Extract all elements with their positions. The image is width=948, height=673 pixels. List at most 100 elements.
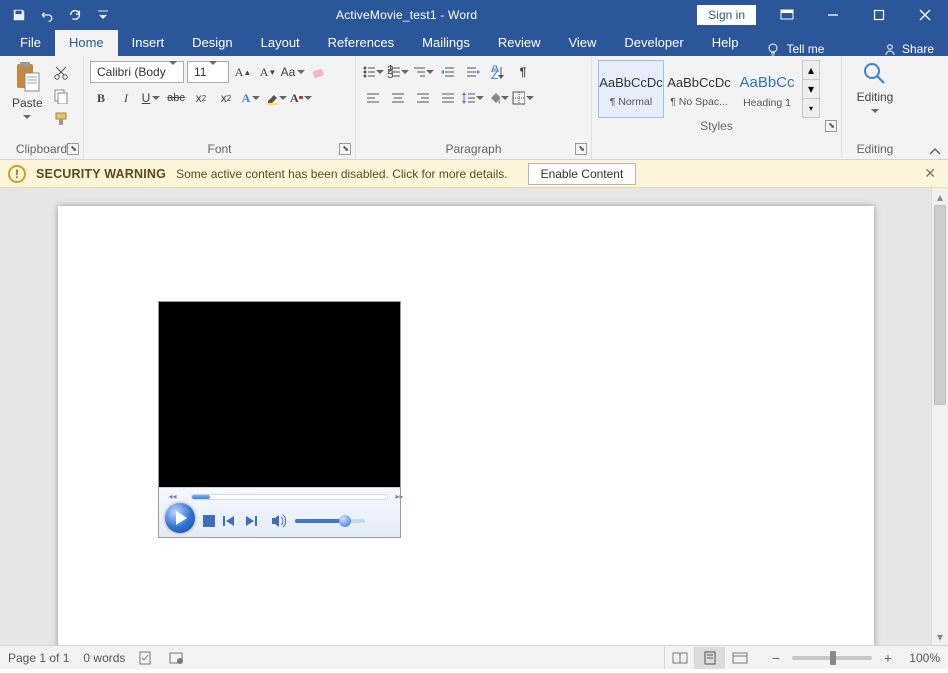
- warning-message[interactable]: Some active content has been disabled. C…: [176, 167, 508, 181]
- zoom-in-button[interactable]: +: [880, 650, 896, 666]
- activemovie-control[interactable]: ◂◂ ▸▸: [158, 301, 401, 538]
- show-marks-button[interactable]: ¶: [512, 61, 534, 83]
- dismiss-warning-button[interactable]: ✕: [920, 165, 940, 182]
- redo-button[interactable]: [62, 2, 88, 28]
- tab-references[interactable]: References: [314, 30, 408, 56]
- numbering-button[interactable]: 123: [387, 61, 409, 83]
- text-effects-button[interactable]: A: [240, 87, 262, 109]
- tab-developer[interactable]: Developer: [610, 30, 697, 56]
- print-layout-button[interactable]: [694, 647, 724, 669]
- page[interactable]: ◂◂ ▸▸: [58, 206, 874, 645]
- volume-slider[interactable]: [295, 519, 365, 523]
- save-button[interactable]: [6, 2, 32, 28]
- subscript-button[interactable]: x2: [190, 87, 212, 109]
- copy-button[interactable]: [51, 86, 71, 106]
- mute-button[interactable]: [271, 514, 287, 528]
- font-size-combo[interactable]: 11: [187, 61, 229, 83]
- borders-button[interactable]: [512, 87, 534, 109]
- page-indicator[interactable]: Page 1 of 1: [8, 651, 69, 665]
- zoom-knob[interactable]: [830, 651, 836, 665]
- fast-forward-icon[interactable]: ▸▸: [395, 492, 403, 501]
- justify-button[interactable]: [437, 87, 459, 109]
- minimize-button[interactable]: [810, 0, 856, 30]
- enable-content-button[interactable]: Enable Content: [528, 163, 637, 185]
- paste-button[interactable]: Paste: [6, 59, 49, 138]
- rewind-icon[interactable]: ◂◂: [169, 492, 177, 501]
- shading-button[interactable]: [487, 87, 509, 109]
- scroll-down-button[interactable]: ▾: [932, 628, 948, 645]
- qat-customize-button[interactable]: [90, 2, 116, 28]
- tab-view[interactable]: View: [554, 30, 610, 56]
- zoom-percent[interactable]: 100%: [904, 651, 940, 665]
- dialog-launcher[interactable]: ⬊: [67, 143, 79, 155]
- macro-recording-button[interactable]: [169, 651, 185, 665]
- previous-button[interactable]: [223, 515, 235, 527]
- share-button[interactable]: Share: [869, 42, 948, 56]
- multilevel-list-button[interactable]: [412, 61, 434, 83]
- format-painter-button[interactable]: [51, 109, 71, 129]
- cut-button[interactable]: [51, 63, 71, 83]
- dialog-launcher[interactable]: ⬊: [825, 120, 837, 132]
- zoom-out-button[interactable]: −: [768, 650, 784, 666]
- underline-button[interactable]: U: [140, 87, 162, 109]
- strikethrough-button[interactable]: abc: [165, 87, 187, 109]
- grow-font-button[interactable]: A▲: [232, 61, 254, 83]
- scroll-track[interactable]: [932, 205, 948, 628]
- sort-button[interactable]: AZ: [487, 61, 509, 83]
- read-mode-button[interactable]: [664, 647, 694, 669]
- bold-button[interactable]: B: [90, 87, 112, 109]
- ribbon-display-options-button[interactable]: [764, 0, 810, 30]
- close-button[interactable]: [902, 0, 948, 30]
- tab-mailings[interactable]: Mailings: [408, 30, 484, 56]
- style-normal[interactable]: AaBbCcDc ¶ Normal: [598, 60, 664, 118]
- bullets-button[interactable]: [362, 61, 384, 83]
- increase-indent-button[interactable]: [462, 61, 484, 83]
- word-count[interactable]: 0 words: [83, 651, 125, 665]
- dialog-launcher[interactable]: ⬊: [339, 143, 351, 155]
- line-spacing-button[interactable]: [462, 87, 484, 109]
- editing-button[interactable]: Editing: [851, 59, 900, 138]
- spellcheck-button[interactable]: [139, 651, 155, 665]
- tab-help[interactable]: Help: [698, 30, 753, 56]
- undo-button[interactable]: [34, 2, 60, 28]
- align-center-button[interactable]: [387, 87, 409, 109]
- style-no-spacing[interactable]: AaBbCcDc ¶ No Spac...: [666, 60, 732, 118]
- change-case-button[interactable]: Aa: [282, 61, 304, 83]
- dialog-launcher[interactable]: ⬊: [575, 143, 587, 155]
- stop-button[interactable]: [203, 515, 215, 527]
- font-color-button[interactable]: A: [290, 87, 312, 109]
- scroll-up-button[interactable]: ▴: [932, 188, 948, 205]
- highlight-button[interactable]: [265, 87, 287, 109]
- zoom-slider[interactable]: [792, 656, 872, 660]
- vertical-scrollbar[interactable]: ▴ ▾: [931, 188, 948, 645]
- maximize-button[interactable]: [856, 0, 902, 30]
- scroll-thumb[interactable]: [934, 205, 946, 405]
- align-left-button[interactable]: [362, 87, 384, 109]
- tab-home[interactable]: Home: [55, 30, 118, 56]
- web-layout-button[interactable]: [724, 647, 754, 669]
- tab-insert[interactable]: Insert: [118, 30, 179, 56]
- video-screen[interactable]: [159, 302, 400, 487]
- volume-knob[interactable]: [339, 515, 351, 527]
- tab-file[interactable]: File: [6, 30, 55, 56]
- italic-button[interactable]: I: [115, 87, 137, 109]
- sign-in-button[interactable]: Sign in: [697, 5, 756, 25]
- styles-expand[interactable]: ▾: [803, 99, 819, 117]
- styles-scroll-down[interactable]: ▾: [803, 80, 819, 99]
- shrink-font-button[interactable]: A▼: [257, 61, 279, 83]
- collapse-ribbon-button[interactable]: [928, 146, 942, 156]
- align-right-button[interactable]: [412, 87, 434, 109]
- tab-design[interactable]: Design: [178, 30, 246, 56]
- tab-layout[interactable]: Layout: [247, 30, 314, 56]
- decrease-indent-button[interactable]: [437, 61, 459, 83]
- seek-bar[interactable]: [191, 494, 388, 500]
- superscript-button[interactable]: x2: [215, 87, 237, 109]
- styles-scroll[interactable]: ▴ ▾ ▾: [802, 60, 820, 118]
- tell-me-search[interactable]: Tell me: [752, 42, 838, 56]
- font-name-combo[interactable]: Calibri (Body: [90, 61, 184, 83]
- clear-formatting-button[interactable]: [307, 61, 329, 83]
- next-button[interactable]: [245, 515, 257, 527]
- tab-review[interactable]: Review: [484, 30, 555, 56]
- style-heading-1[interactable]: AaBbCc Heading 1: [734, 60, 800, 118]
- play-button[interactable]: [165, 503, 195, 533]
